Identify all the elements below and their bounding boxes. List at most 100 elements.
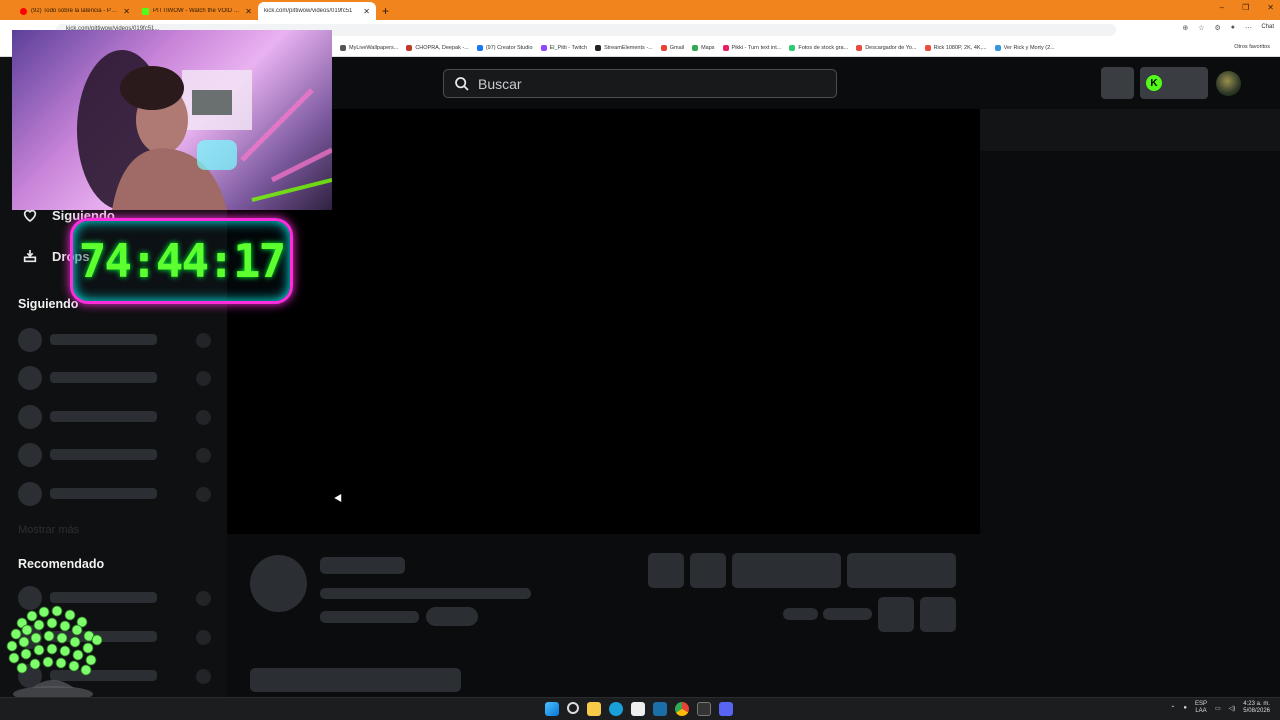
loading-text bbox=[320, 611, 419, 623]
browser-tab-active[interactable]: kick.com/pittiwow/videos/019fc51 ✕ bbox=[258, 2, 376, 20]
bookmark-favicon-icon bbox=[540, 45, 547, 51]
zoom-icon[interactable]: ⊕ bbox=[1182, 24, 1188, 32]
search-icon[interactable] bbox=[567, 702, 579, 714]
menu-icon[interactable]: ⋯ bbox=[1245, 24, 1252, 32]
discord-icon[interactable] bbox=[719, 702, 733, 716]
bookmark-item[interactable]: (97) Creator Studio bbox=[476, 45, 533, 51]
close-tab-icon[interactable]: ✕ bbox=[363, 7, 370, 16]
bookmark-favicon-icon bbox=[722, 45, 729, 51]
bookmark-label: Maps bbox=[701, 45, 715, 51]
bookmark-favicon-icon bbox=[476, 45, 483, 51]
loading-channel-row bbox=[18, 366, 212, 390]
close-tab-icon[interactable]: ✕ bbox=[123, 7, 130, 16]
loading-bar bbox=[250, 668, 461, 692]
loading-button bbox=[648, 553, 684, 588]
loading-avatar bbox=[250, 555, 307, 612]
bookmark-item[interactable]: Fotos de stock gra... bbox=[789, 45, 848, 51]
bookmark-favicon-icon bbox=[692, 45, 699, 51]
webcam-person-image bbox=[77, 50, 332, 210]
edge-browser-icon[interactable] bbox=[609, 702, 623, 716]
bookmark-item[interactable]: Rick 1080P, 2K, 4K,... bbox=[924, 45, 987, 51]
bookmark-item[interactable]: El_Pitti - Twitch bbox=[540, 45, 588, 51]
bookmark-label: (97) Creator Studio bbox=[485, 45, 533, 51]
network-icon[interactable]: ▭ bbox=[1215, 705, 1221, 712]
bookmark-label: MyLiveWallpapers... bbox=[349, 45, 399, 51]
minimize-button[interactable]: – bbox=[1220, 3, 1224, 12]
browser-tab[interactable]: PITTIWOW - Watch the VOID on K ✕ bbox=[136, 2, 258, 20]
chrome-icon[interactable] bbox=[675, 702, 689, 716]
header-button[interactable] bbox=[1101, 67, 1134, 99]
bookmark-item[interactable]: Ver Rick y Morty (2... bbox=[994, 45, 1055, 51]
address-bar-icons: ⊕ ☆ ⚙ ● ⋯ bbox=[1182, 24, 1252, 32]
search-input[interactable]: Buscar bbox=[443, 69, 837, 98]
following-section-title: Siguiendo bbox=[18, 297, 79, 311]
loading-channel-row bbox=[18, 482, 212, 506]
new-tab-button[interactable]: + bbox=[376, 4, 395, 20]
bookmark-favicon-icon bbox=[789, 45, 796, 51]
screen: (92) Todo sobre la latencia - Parte ✕ PI… bbox=[0, 0, 1280, 720]
loading-channel-row bbox=[18, 328, 212, 352]
language-code: ESP bbox=[1194, 701, 1207, 707]
webcam-overlay bbox=[12, 30, 332, 210]
profile-icon[interactable]: ● bbox=[1231, 24, 1235, 32]
close-tab-icon[interactable]: ✕ bbox=[245, 7, 252, 16]
bookmark-item[interactable]: Maps bbox=[692, 45, 715, 51]
close-window-button[interactable]: ✕ bbox=[1267, 3, 1274, 12]
bookmark-favicon-icon bbox=[924, 45, 931, 51]
loading-text bbox=[320, 588, 531, 599]
bookmark-label: CHOPRA, Deepak -... bbox=[415, 45, 469, 51]
steam-icon[interactable] bbox=[653, 702, 667, 716]
volume-icon[interactable]: ◁) bbox=[1229, 705, 1236, 712]
bookmark-item[interactable]: Descargador de Yo... bbox=[856, 45, 917, 51]
bookmark-item[interactable]: StreamElements -... bbox=[595, 45, 653, 51]
maximize-button[interactable]: ❐ bbox=[1242, 3, 1249, 12]
bookmark-label: Ver Rick y Morty (2... bbox=[1003, 45, 1055, 51]
clock-date: 5/08/2026 bbox=[1243, 708, 1270, 714]
bookmark-label: El_Pitti - Twitch bbox=[549, 45, 588, 51]
browser-tab[interactable]: (92) Todo sobre la latencia - Parte ✕ bbox=[14, 2, 136, 20]
bookmark-item[interactable]: Pikki - Turn text int... bbox=[722, 45, 782, 51]
bookmark-label: Pikki - Turn text int... bbox=[731, 45, 782, 51]
windows-taskbar: ⌃ ● ESP LAA ▭ ◁) 4:23 a. m. 5/08/2026 bbox=[0, 697, 1280, 720]
bookmark-item[interactable]: Gmail bbox=[660, 45, 685, 51]
bookmark-label: Gmail bbox=[669, 45, 685, 51]
terminal-icon[interactable] bbox=[697, 702, 711, 716]
tab-title: PITTIWOW - Watch the VOID on K bbox=[153, 8, 242, 14]
loading-pill bbox=[426, 607, 478, 626]
extensions-icon[interactable]: ⚙ bbox=[1214, 24, 1220, 32]
file-explorer-icon[interactable] bbox=[587, 702, 601, 716]
loading-text bbox=[320, 557, 405, 574]
bookmark-favicon-icon bbox=[856, 45, 863, 51]
gem-jar-overlay bbox=[6, 605, 103, 702]
language-indicator[interactable]: ESP LAA bbox=[1195, 701, 1207, 715]
bookmark-favicon-icon bbox=[660, 45, 667, 51]
drops-icon bbox=[23, 250, 37, 263]
loading-pill bbox=[783, 608, 818, 620]
other-bookmarks-folder[interactable]: Otros favoritos bbox=[1234, 44, 1270, 50]
bookmark-item[interactable]: MyLiveWallpapers... bbox=[340, 45, 398, 51]
bookmark-item[interactable]: CHOPRA, Deepak -... bbox=[406, 45, 469, 51]
bookmark-star-icon[interactable]: ☆ bbox=[1198, 24, 1204, 32]
bookmark-label: StreamElements -... bbox=[604, 45, 653, 51]
loading-pill bbox=[823, 608, 872, 620]
loading-button bbox=[847, 553, 956, 588]
windows-start-icon[interactable] bbox=[545, 702, 559, 716]
store-icon[interactable] bbox=[631, 702, 645, 716]
chat-button[interactable]: Chat bbox=[1261, 24, 1274, 30]
bookmark-favicon-icon bbox=[340, 45, 346, 51]
microphone-icon[interactable]: ● bbox=[1183, 705, 1187, 711]
loading-button bbox=[920, 597, 956, 632]
clock[interactable]: 4:23 a. m. 5/08/2026 bbox=[1243, 701, 1270, 715]
chat-label: Chat bbox=[1261, 24, 1274, 30]
chat-header-placeholder bbox=[980, 109, 1280, 151]
recommended-section-title: Recomendado bbox=[18, 557, 105, 571]
bookmark-label: Descargador de Yo... bbox=[865, 45, 917, 51]
bookmark-favicon-icon bbox=[406, 45, 413, 51]
chevron-up-icon[interactable]: ⌃ bbox=[1170, 705, 1175, 712]
loading-button bbox=[690, 553, 726, 588]
user-avatar[interactable] bbox=[1216, 71, 1241, 96]
taskbar-apps bbox=[545, 702, 733, 716]
show-more-link[interactable]: Mostrar más bbox=[18, 524, 79, 536]
video-player[interactable] bbox=[227, 109, 980, 534]
loading-channel-row bbox=[18, 405, 212, 429]
